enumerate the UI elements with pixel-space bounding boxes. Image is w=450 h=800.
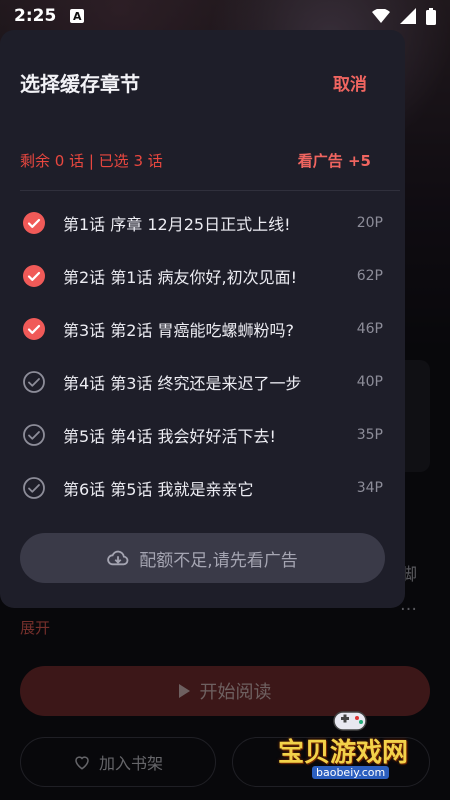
chapter-row[interactable]: 第5话 第4话 我会好好活下去! 35P xyxy=(0,408,405,461)
chapter-page-count: 40P xyxy=(356,373,383,390)
checked-circle-icon[interactable] xyxy=(22,211,46,235)
checked-circle-icon[interactable] xyxy=(22,264,46,288)
watermark-logo: 宝贝游戏网 baobeiy.com xyxy=(272,706,442,786)
checked-circle-icon[interactable] xyxy=(22,317,46,341)
chapter-list: 第1话 序章 12月25日正式上线! 20P 第2话 第1话 病友你好,初次见面… xyxy=(0,196,405,514)
divider xyxy=(20,190,400,191)
chapter-page-count: 35P xyxy=(356,426,383,443)
gamepad-icon xyxy=(333,711,367,731)
dialog-title: 选择缓存章节 xyxy=(20,72,140,96)
unchecked-circle-icon[interactable] xyxy=(22,476,46,500)
signal-icon xyxy=(400,8,416,24)
status-bar: 2:25 A xyxy=(0,0,450,32)
watermark-text: 宝贝游戏网 xyxy=(278,738,409,768)
chapter-page-count: 34P xyxy=(356,479,383,496)
chapter-title: 第4话 第3话 终究还是来迟了一步 xyxy=(63,373,302,393)
chapter-row[interactable]: 第6话 第5话 我就是亲亲它 34P xyxy=(0,461,405,514)
chapter-cache-dialog: 选择缓存章节 取消 剩余 0 话 | 已选 3 话 看广告 +5 第1话 序章 … xyxy=(0,30,405,608)
cancel-button[interactable]: 取消 xyxy=(333,70,367,95)
chapter-title: 第2话 第1话 病友你好,初次见面! xyxy=(63,267,298,287)
cloud-download-icon xyxy=(107,550,129,566)
chapter-title: 第6话 第5话 我就是亲亲它 xyxy=(63,479,254,499)
chapter-title: 第5话 第4话 我会好好活下去! xyxy=(63,426,276,446)
chapter-row[interactable]: 第1话 序章 12月25日正式上线! 20P xyxy=(0,196,405,249)
unchecked-circle-icon[interactable] xyxy=(22,370,46,394)
watch-ad-download-label: 配额不足,请先看广告 xyxy=(139,550,298,571)
unchecked-circle-icon[interactable] xyxy=(22,423,46,447)
chapter-row[interactable]: 第4话 第3话 终究还是来迟了一步 40P xyxy=(0,355,405,408)
chapter-page-count: 46P xyxy=(356,320,383,337)
status-time: 2:25 xyxy=(14,6,57,26)
quota-status: 剩余 0 话 | 已选 3 话 xyxy=(20,152,163,170)
chapter-row[interactable]: 第3话 第2话 胃癌能吃螺蛳粉吗? 46P xyxy=(0,302,405,355)
chapter-title: 第3话 第2话 胃癌能吃螺蛳粉吗? xyxy=(63,320,295,340)
chapter-page-count: 20P xyxy=(356,214,383,231)
watch-ad-link[interactable]: 看广告 +5 xyxy=(298,150,371,171)
watch-ad-download-button[interactable]: 配额不足,请先看广告 xyxy=(20,533,385,583)
watermark-url: baobeiy.com xyxy=(312,766,390,779)
chapter-row[interactable]: 第2话 第1话 病友你好,初次见面! 62P xyxy=(0,249,405,302)
app-notification-icon: A xyxy=(70,9,85,23)
battery-icon xyxy=(426,7,436,25)
wifi-icon xyxy=(372,9,390,23)
chapter-title: 第1话 序章 12月25日正式上线! xyxy=(63,214,291,234)
chapter-page-count: 62P xyxy=(356,267,383,284)
